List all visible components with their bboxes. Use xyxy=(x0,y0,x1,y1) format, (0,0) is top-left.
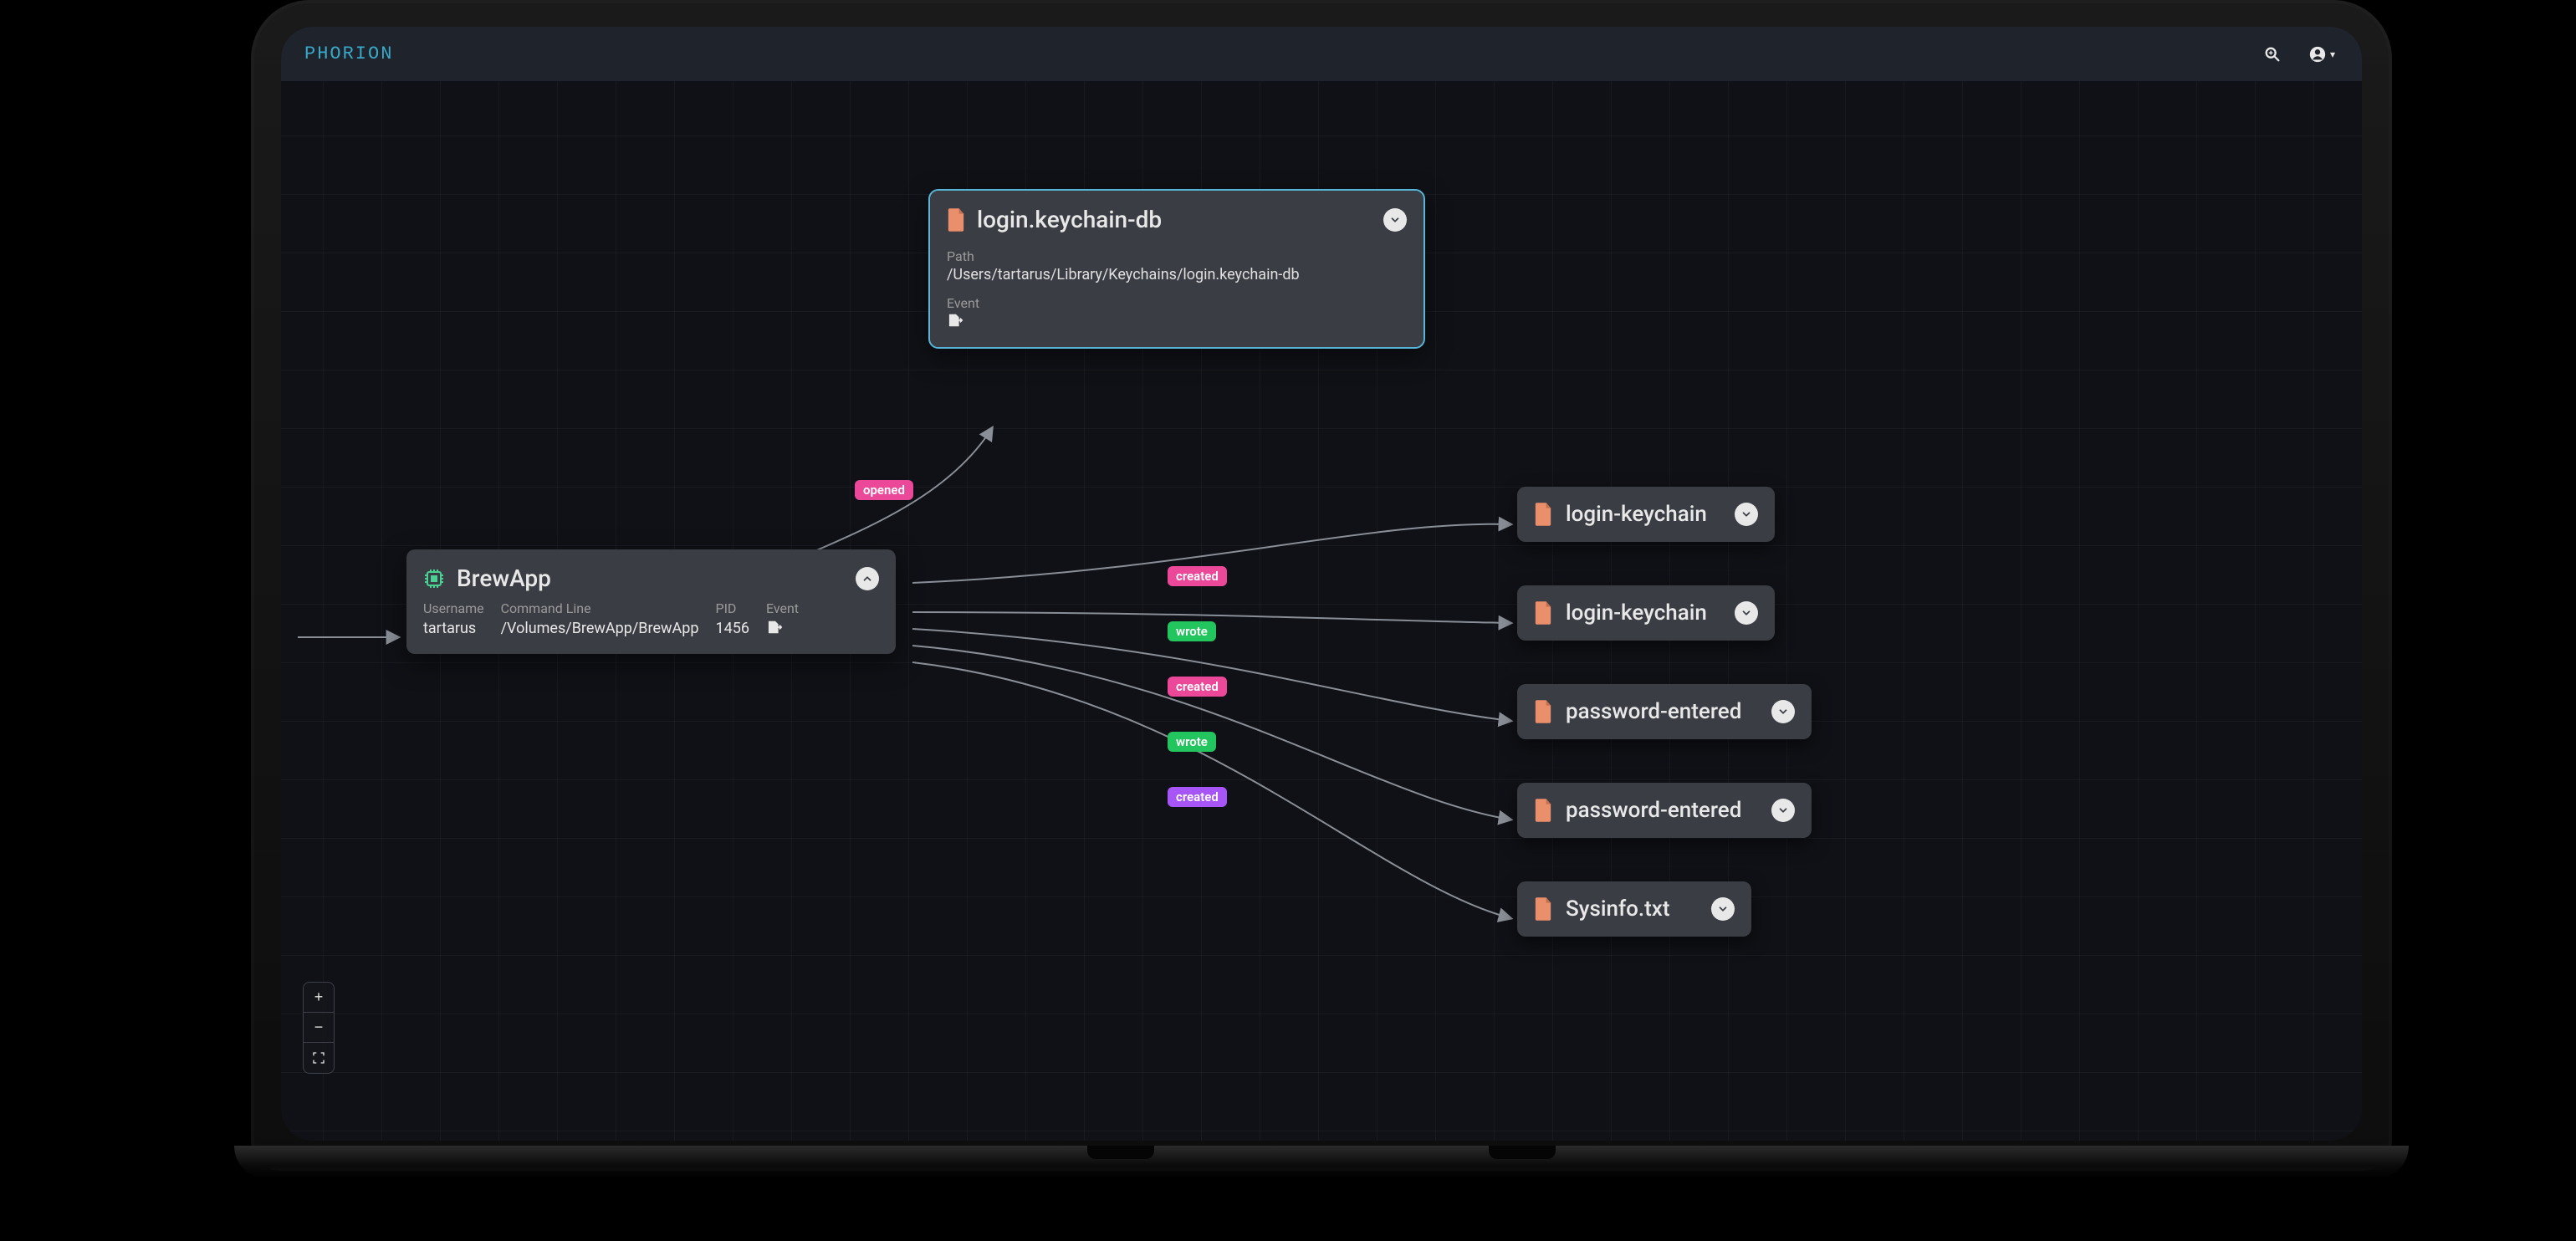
node-title: password-entered xyxy=(1566,699,1758,724)
file-node-login-keychain-1[interactable]: login-keychain xyxy=(1517,487,1775,542)
file-node-password-entered-1[interactable]: password-entered xyxy=(1517,684,1812,739)
file-icon xyxy=(1534,799,1552,822)
cmdline-value: /Volumes/BrewApp/BrewApp xyxy=(501,620,699,637)
brand-logo[interactable]: PHORION xyxy=(304,43,393,64)
zoom-out-button[interactable]: − xyxy=(304,1013,334,1043)
file-icon xyxy=(947,208,965,232)
app-screen: PHORION ▾ xyxy=(281,27,2362,1141)
zoom-in-button[interactable]: + xyxy=(304,983,334,1013)
edge-label-wrote-1: wrote xyxy=(1168,621,1216,641)
file-icon xyxy=(1534,601,1552,625)
pid-value: 1456 xyxy=(715,620,749,637)
node-title: password-entered xyxy=(1566,798,1758,823)
expand-button[interactable] xyxy=(1771,700,1795,723)
username-value: tartarus xyxy=(423,620,484,637)
node-title: Sysinfo.txt xyxy=(1566,896,1698,922)
edge-label-opened: opened xyxy=(855,480,913,500)
pid-label: PID xyxy=(715,600,749,616)
collapse-button[interactable] xyxy=(856,567,879,590)
file-icon xyxy=(1534,503,1552,526)
edge-label-created-2: created xyxy=(1168,677,1227,697)
laptop-notch xyxy=(1489,1146,1556,1159)
laptop-base xyxy=(234,1146,2409,1179)
process-node-brewapp[interactable]: BrewApp Username tartarus Command Line /… xyxy=(406,549,896,654)
search-icon[interactable] xyxy=(2260,42,2285,67)
expand-button[interactable] xyxy=(1735,503,1758,526)
zoom-fit-button[interactable] xyxy=(304,1043,334,1073)
file-icon xyxy=(1534,700,1552,723)
edge-label-wrote-2: wrote xyxy=(1168,732,1216,752)
path-value: /Users/tartarus/Library/Keychains/login.… xyxy=(947,266,1407,283)
path-label: Path xyxy=(947,248,1407,264)
event-label: Event xyxy=(766,600,799,616)
file-node-password-entered-2[interactable]: password-entered xyxy=(1517,783,1812,838)
laptop-frame: PHORION ▾ xyxy=(251,0,2392,1171)
node-title: BrewApp xyxy=(457,564,551,592)
zoom-controls: + − xyxy=(303,982,335,1074)
caret-down-icon: ▾ xyxy=(2330,49,2335,60)
user-menu[interactable]: ▾ xyxy=(2305,42,2338,67)
edge-label-created-3: created xyxy=(1168,787,1227,807)
edge-label-created-1: created xyxy=(1168,566,1227,586)
file-arrow-icon xyxy=(766,620,785,635)
cpu-icon xyxy=(423,568,445,590)
expand-button[interactable] xyxy=(1735,601,1758,625)
event-value xyxy=(766,620,799,639)
app-header: PHORION ▾ xyxy=(281,27,2362,81)
file-node-sysinfo[interactable]: Sysinfo.txt xyxy=(1517,881,1751,937)
file-node-keychain[interactable]: login.keychain-db Path /Users/tartarus/L… xyxy=(930,191,1423,347)
collapse-button[interactable] xyxy=(1383,208,1407,232)
file-arrow-icon xyxy=(947,313,965,328)
laptop-notch xyxy=(1087,1146,1154,1159)
node-title: login-keychain xyxy=(1566,502,1721,527)
file-icon xyxy=(1534,897,1552,921)
event-label: Event xyxy=(947,295,1407,311)
expand-button[interactable] xyxy=(1771,799,1795,822)
node-title: login.keychain-db xyxy=(977,206,1162,233)
expand-button[interactable] xyxy=(1711,897,1735,921)
node-title: login-keychain xyxy=(1566,600,1721,626)
cmdline-label: Command Line xyxy=(501,600,699,616)
file-node-login-keychain-2[interactable]: login-keychain xyxy=(1517,585,1775,641)
event-value xyxy=(947,313,1407,332)
username-label: Username xyxy=(423,600,484,616)
